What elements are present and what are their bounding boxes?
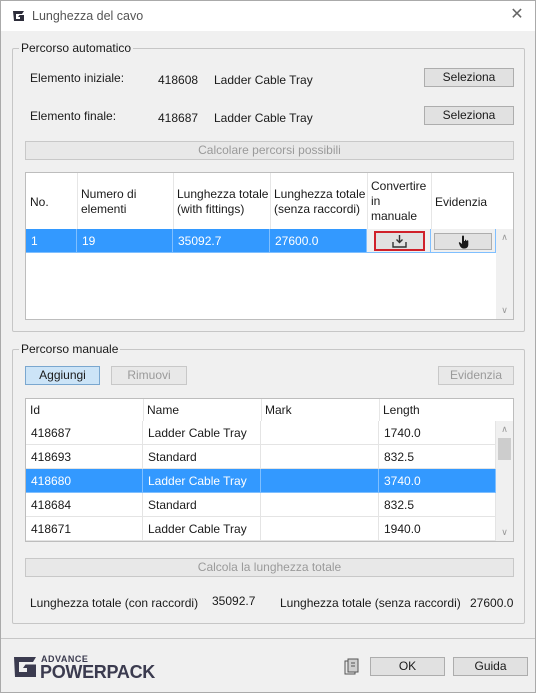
cell-length: 1940.0 <box>379 517 496 541</box>
table-row[interactable]: 418687 Ladder Cable Tray 1740.0 <box>26 421 496 445</box>
table-row[interactable]: 418684 Standard 832.5 <box>26 493 496 517</box>
cable-length-dialog: Lunghezza del cavo ✕ Percorso automatico… <box>0 0 536 693</box>
add-button[interactable]: Aggiungi <box>25 366 100 385</box>
col-header-highlight[interactable]: Evidenzia <box>431 193 497 212</box>
compute-total-button[interactable]: Calcola la lunghezza totale <box>25 558 514 577</box>
row-count: 19 <box>77 229 173 253</box>
cell-name: Ladder Cable Tray <box>143 421 261 445</box>
title-bar: Lunghezza del cavo ✕ <box>1 1 535 31</box>
col-header-total-with-text: Lunghezza totale (with fittings) <box>177 187 269 216</box>
cell-id: 418693 <box>26 445 143 469</box>
brand-big-text: POWERPACK <box>40 662 155 682</box>
cell-name: Standard <box>143 445 261 469</box>
col-header-convert[interactable]: Convertire in manuale <box>367 177 431 226</box>
cell-mark <box>261 469 379 493</box>
col-header-total-without[interactable]: Lunghezza totale (senza raccordi) <box>270 185 367 219</box>
end-element-id: 418687 <box>158 111 199 125</box>
manual-grid-scrollbar[interactable]: ∧ ∨ <box>496 421 513 541</box>
scroll-up-icon[interactable]: ∧ <box>496 421 513 438</box>
col-header-name[interactable]: Name <box>143 401 183 420</box>
end-element-name: Ladder Cable Tray <box>214 111 313 125</box>
cell-name: Ladder Cable Tray <box>143 517 261 541</box>
cell-mark <box>261 517 379 541</box>
col-header-mark[interactable]: Mark <box>261 401 296 420</box>
start-element-name: Ladder Cable Tray <box>214 73 313 87</box>
total-with-label: Lunghezza totale (con raccordi) <box>30 596 199 610</box>
cell-id: 418671 <box>26 517 143 541</box>
start-element-id: 418608 <box>158 73 199 87</box>
total-with-value: 35092.7 <box>212 594 256 608</box>
col-header-length[interactable]: Length <box>379 401 424 420</box>
hand-pointer-icon <box>458 235 469 249</box>
graitec-brand-icon <box>14 657 36 677</box>
scroll-down-icon[interactable]: ∨ <box>496 302 513 319</box>
total-without-label: Lunghezza totale (senza raccordi) <box>280 596 461 610</box>
col-header-id[interactable]: Id <box>26 401 44 420</box>
auto-path-legend: Percorso automatico <box>19 41 134 55</box>
auto-path-row[interactable]: 1 19 35092.7 27600.0 <box>26 229 496 253</box>
select-start-button[interactable]: Seleziona <box>424 68 514 87</box>
scroll-thumb[interactable] <box>498 438 511 460</box>
table-row[interactable]: 418693 Standard 832.5 <box>26 445 496 469</box>
brand-logo: ADVANCE POWERPACK <box>12 651 155 682</box>
row-total-without: 27600.0 <box>270 229 367 253</box>
close-icon[interactable]: ✕ <box>509 7 525 23</box>
highlight-path-button[interactable] <box>434 233 492 250</box>
col-header-count[interactable]: Numero di elementi <box>77 185 174 219</box>
footer-divider <box>1 638 535 639</box>
window-title: Lunghezza del cavo <box>32 9 144 23</box>
convert-to-manual-button[interactable] <box>374 231 425 251</box>
scroll-down-icon[interactable]: ∨ <box>496 524 513 541</box>
help-book-icon[interactable] <box>343 658 361 676</box>
remove-button[interactable]: Rimuovi <box>111 366 187 385</box>
cell-length: 832.5 <box>379 493 496 517</box>
col-header-convert-text: Convertire in manuale <box>371 179 427 223</box>
end-element-label: Elemento finale: <box>30 109 117 123</box>
highlight-button[interactable]: Evidenzia <box>438 366 514 385</box>
ok-button[interactable]: OK <box>370 657 445 676</box>
cell-mark <box>261 421 379 445</box>
cell-name: Standard <box>143 493 261 517</box>
total-without-value: 27600.0 <box>470 596 514 610</box>
cell-mark <box>261 445 379 469</box>
table-row[interactable]: 418680 Ladder Cable Tray 3740.0 <box>26 469 496 493</box>
cell-id: 418687 <box>26 421 143 445</box>
col-header-total-without-text: Lunghezza totale (senza raccordi) <box>274 187 366 216</box>
start-element-label: Elemento iniziale: <box>30 71 125 85</box>
manual-path-legend: Percorso manuale <box>19 342 121 356</box>
select-end-button[interactable]: Seleziona <box>424 106 514 125</box>
row-total-with: 35092.7 <box>173 229 270 253</box>
cell-length: 832.5 <box>379 445 496 469</box>
table-row[interactable]: 418671 Ladder Cable Tray 1940.0 <box>26 517 496 541</box>
scroll-up-icon[interactable]: ∧ <box>496 229 513 246</box>
col-header-total-with[interactable]: Lunghezza totale (with fittings) <box>173 185 270 219</box>
cell-id: 418680 <box>26 469 143 493</box>
convert-cell <box>367 229 431 253</box>
cell-mark <box>261 493 379 517</box>
highlight-cell <box>431 229 496 253</box>
cell-length: 3740.0 <box>379 469 496 493</box>
col-header-no[interactable]: No. <box>26 193 77 212</box>
compute-paths-button[interactable]: Calcolare percorsi possibili <box>25 141 514 160</box>
download-icon <box>392 235 407 248</box>
auto-grid-scrollbar[interactable]: ∧ ∨ <box>496 229 513 319</box>
manual-elements-grid[interactable]: Id Name Mark Length 418687 Ladder Cable T… <box>25 398 514 542</box>
auto-paths-grid[interactable]: No. Numero di elementi Lunghezza totale … <box>25 172 514 320</box>
guide-button[interactable]: Guida <box>453 657 528 676</box>
row-no: 1 <box>26 229 77 253</box>
cell-id: 418684 <box>26 493 143 517</box>
cell-length: 1740.0 <box>379 421 496 445</box>
graitec-logo-icon <box>13 11 24 21</box>
cell-name: Ladder Cable Tray <box>143 469 261 493</box>
